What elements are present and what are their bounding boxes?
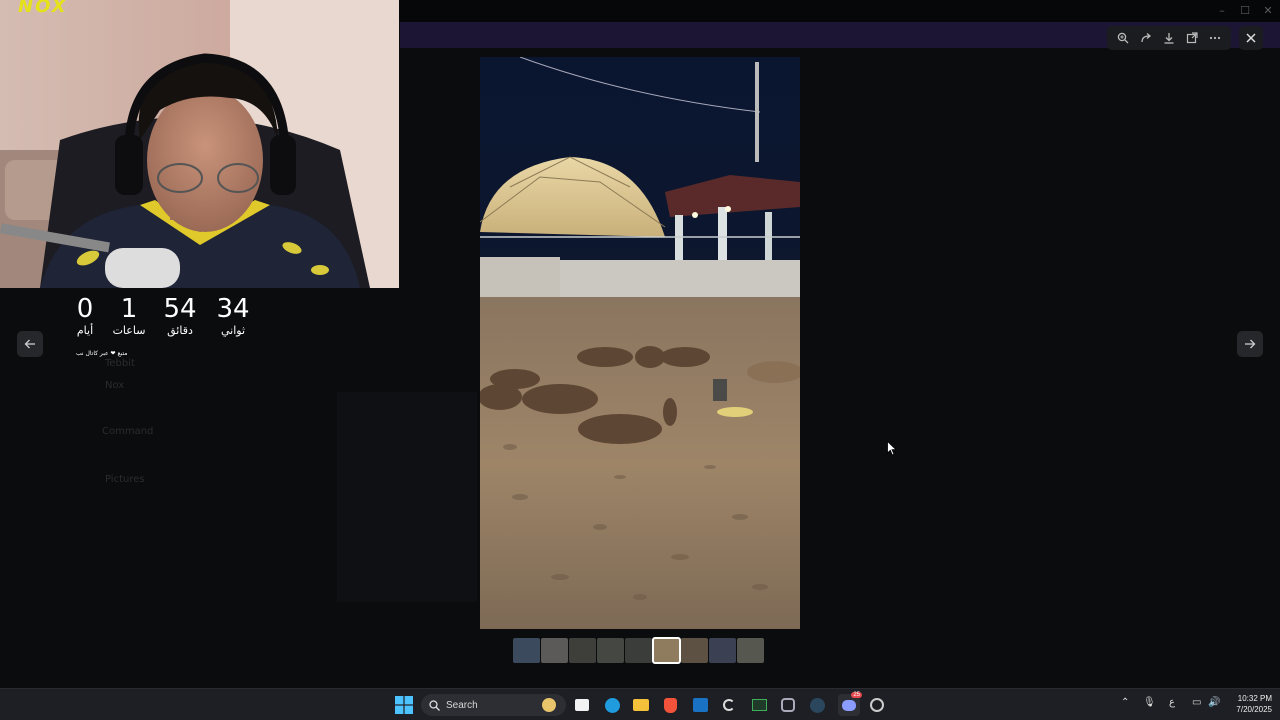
arrow-left-icon	[24, 339, 35, 349]
app-icon[interactable]	[720, 696, 738, 714]
zoom-in-icon[interactable]	[1113, 28, 1133, 48]
thumbnail-strip	[513, 637, 764, 664]
thumbnail[interactable]	[709, 638, 736, 663]
taskbar-search[interactable]: Search	[421, 694, 566, 716]
clock-time: 10:32 PM	[1237, 694, 1272, 703]
language-indicator[interactable]: ع	[1169, 697, 1175, 708]
channel-item: Command	[102, 426, 154, 437]
thumbnail[interactable]	[569, 638, 596, 663]
image-viewer-toolbar	[1107, 26, 1231, 50]
countdown-days: 0 أيام	[62, 292, 108, 337]
file-explorer-icon[interactable]	[632, 696, 650, 714]
maximize-icon[interactable]: ☐	[1234, 4, 1256, 17]
app-icon[interactable]	[779, 696, 797, 714]
close-icon	[1246, 33, 1256, 43]
steam-icon[interactable]	[808, 696, 826, 714]
clock-date: 7/20/2025	[1236, 705, 1272, 714]
countdown-seconds-value: 34	[216, 294, 250, 324]
webcam-overlay: NOX	[0, 0, 399, 288]
countdown-hours-label: ساعات	[112, 324, 146, 337]
search-highlight-icon	[542, 698, 556, 712]
countdown-days-label: أيام	[76, 324, 94, 337]
volume-icon[interactable]: 🔊	[1208, 697, 1220, 708]
channel-item: Pictures	[105, 474, 145, 485]
countdown-days-value: 0	[76, 294, 94, 324]
minimize-icon[interactable]: –	[1211, 4, 1233, 17]
discord-badge: 25	[851, 692, 862, 698]
countdown-hours: 1 ساعات	[106, 292, 152, 337]
search-label: Search	[446, 699, 478, 711]
thumbnail[interactable]	[737, 638, 764, 663]
app-icon[interactable]	[868, 696, 886, 714]
windows-start-icon[interactable]	[395, 696, 413, 714]
countdown-minutes: 54 دقائق	[157, 292, 203, 337]
streamer-logo: NOX	[18, 0, 68, 17]
outlook-icon[interactable]	[691, 696, 709, 714]
edge-icon[interactable]	[603, 696, 621, 714]
thumbnail[interactable]	[625, 638, 652, 663]
countdown-seconds: 34 ثواني	[210, 292, 256, 337]
mouse-cursor-icon	[887, 441, 897, 456]
brave-icon[interactable]	[661, 696, 679, 714]
thumbnail[interactable]	[513, 638, 540, 663]
thumbnail[interactable]	[681, 638, 708, 663]
search-icon	[429, 699, 440, 711]
chevron-up-icon[interactable]: ⌃	[1121, 697, 1129, 708]
thumbnail[interactable]	[597, 638, 624, 663]
network-icon[interactable]: ▭	[1192, 697, 1201, 708]
thumbnail[interactable]	[541, 638, 568, 663]
store-icon[interactable]	[573, 696, 591, 714]
channel-item: Nox	[105, 380, 125, 391]
microphone-icon[interactable]: 🎙	[1143, 697, 1156, 708]
countdown-hours-value: 1	[120, 294, 138, 324]
viewer-main-image[interactable]	[480, 57, 800, 629]
taskbar: Search 25 ⌃ 🎙 ع ▭ 🔊 10:32 PM 7/20/2025	[0, 688, 1280, 720]
thumbnail-active[interactable]	[652, 637, 681, 664]
more-icon[interactable]	[1205, 28, 1225, 48]
download-icon[interactable]	[1159, 28, 1179, 48]
next-image-button[interactable]	[1237, 331, 1263, 357]
system-clock[interactable]: 10:32 PM 7/20/2025	[1222, 693, 1272, 715]
forward-icon[interactable]	[1136, 28, 1156, 48]
chat-area	[337, 392, 477, 602]
window-close-icon[interactable]: ✕	[1257, 4, 1279, 17]
webcam-feed	[0, 0, 399, 288]
countdown-note: متبع ❤ عبر كاتال نب	[76, 350, 128, 357]
open-external-icon[interactable]	[1182, 28, 1202, 48]
member-list	[1100, 60, 1280, 680]
previous-image-button[interactable]	[17, 331, 43, 357]
countdown-minutes-value: 54	[163, 294, 197, 324]
discord-icon[interactable]: 25	[838, 692, 862, 716]
arrow-right-icon	[1245, 339, 1256, 349]
terminal-icon[interactable]	[750, 696, 768, 714]
close-viewer-button[interactable]	[1239, 26, 1263, 50]
